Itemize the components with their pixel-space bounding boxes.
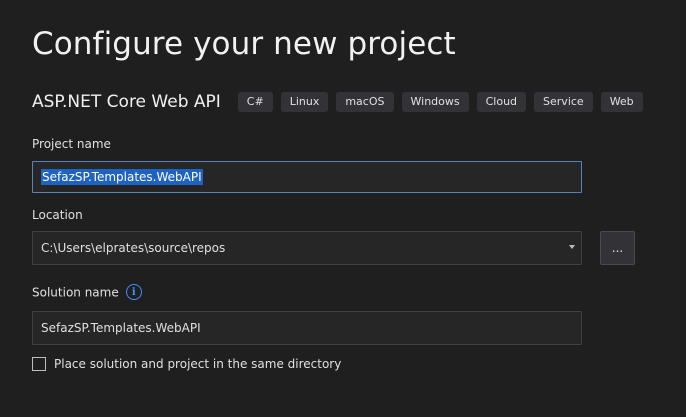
solution-name-value: SefazSP.Templates.WebAPI bbox=[41, 321, 201, 335]
location-combobox[interactable]: C:\Users\elprates\source\repos bbox=[32, 231, 582, 265]
solution-name-input[interactable]: SefazSP.Templates.WebAPI bbox=[32, 311, 582, 345]
project-name-input[interactable]: SefazSP.Templates.WebAPI bbox=[32, 161, 582, 193]
location-label: Location bbox=[32, 208, 83, 222]
configure-project-page: Configure your new project ASP.NET Core … bbox=[0, 0, 686, 417]
tag-linux: Linux bbox=[280, 92, 329, 112]
tag-windows: Windows bbox=[401, 92, 469, 112]
tag-macos: macOS bbox=[336, 92, 394, 112]
chevron-down-icon[interactable] bbox=[569, 245, 575, 249]
template-tags: C# Linux macOS Windows Cloud Service Web bbox=[237, 92, 643, 112]
tag-csharp: C# bbox=[237, 92, 273, 112]
solution-name-label-row: Solution name i bbox=[32, 284, 142, 301]
same-directory-label[interactable]: Place solution and project in the same d… bbox=[54, 357, 341, 371]
project-name-label: Project name bbox=[32, 137, 111, 151]
template-summary: ASP.NET Core Web API C# Linux macOS Wind… bbox=[32, 92, 643, 112]
location-value: C:\Users\elprates\source\repos bbox=[41, 241, 226, 255]
same-directory-checkbox[interactable] bbox=[32, 357, 46, 371]
template-name: ASP.NET Core Web API bbox=[32, 92, 221, 112]
project-name-value: SefazSP.Templates.WebAPI bbox=[41, 169, 203, 185]
solution-name-label: Solution name bbox=[32, 285, 119, 300]
page-title: Configure your new project bbox=[32, 26, 456, 62]
info-icon[interactable]: i bbox=[125, 284, 142, 300]
tag-cloud: Cloud bbox=[476, 92, 527, 112]
tag-service: Service bbox=[534, 92, 593, 112]
same-directory-option[interactable]: Place solution and project in the same d… bbox=[32, 357, 341, 371]
browse-location-button[interactable]: ... bbox=[600, 231, 635, 265]
tag-web: Web bbox=[600, 92, 643, 112]
